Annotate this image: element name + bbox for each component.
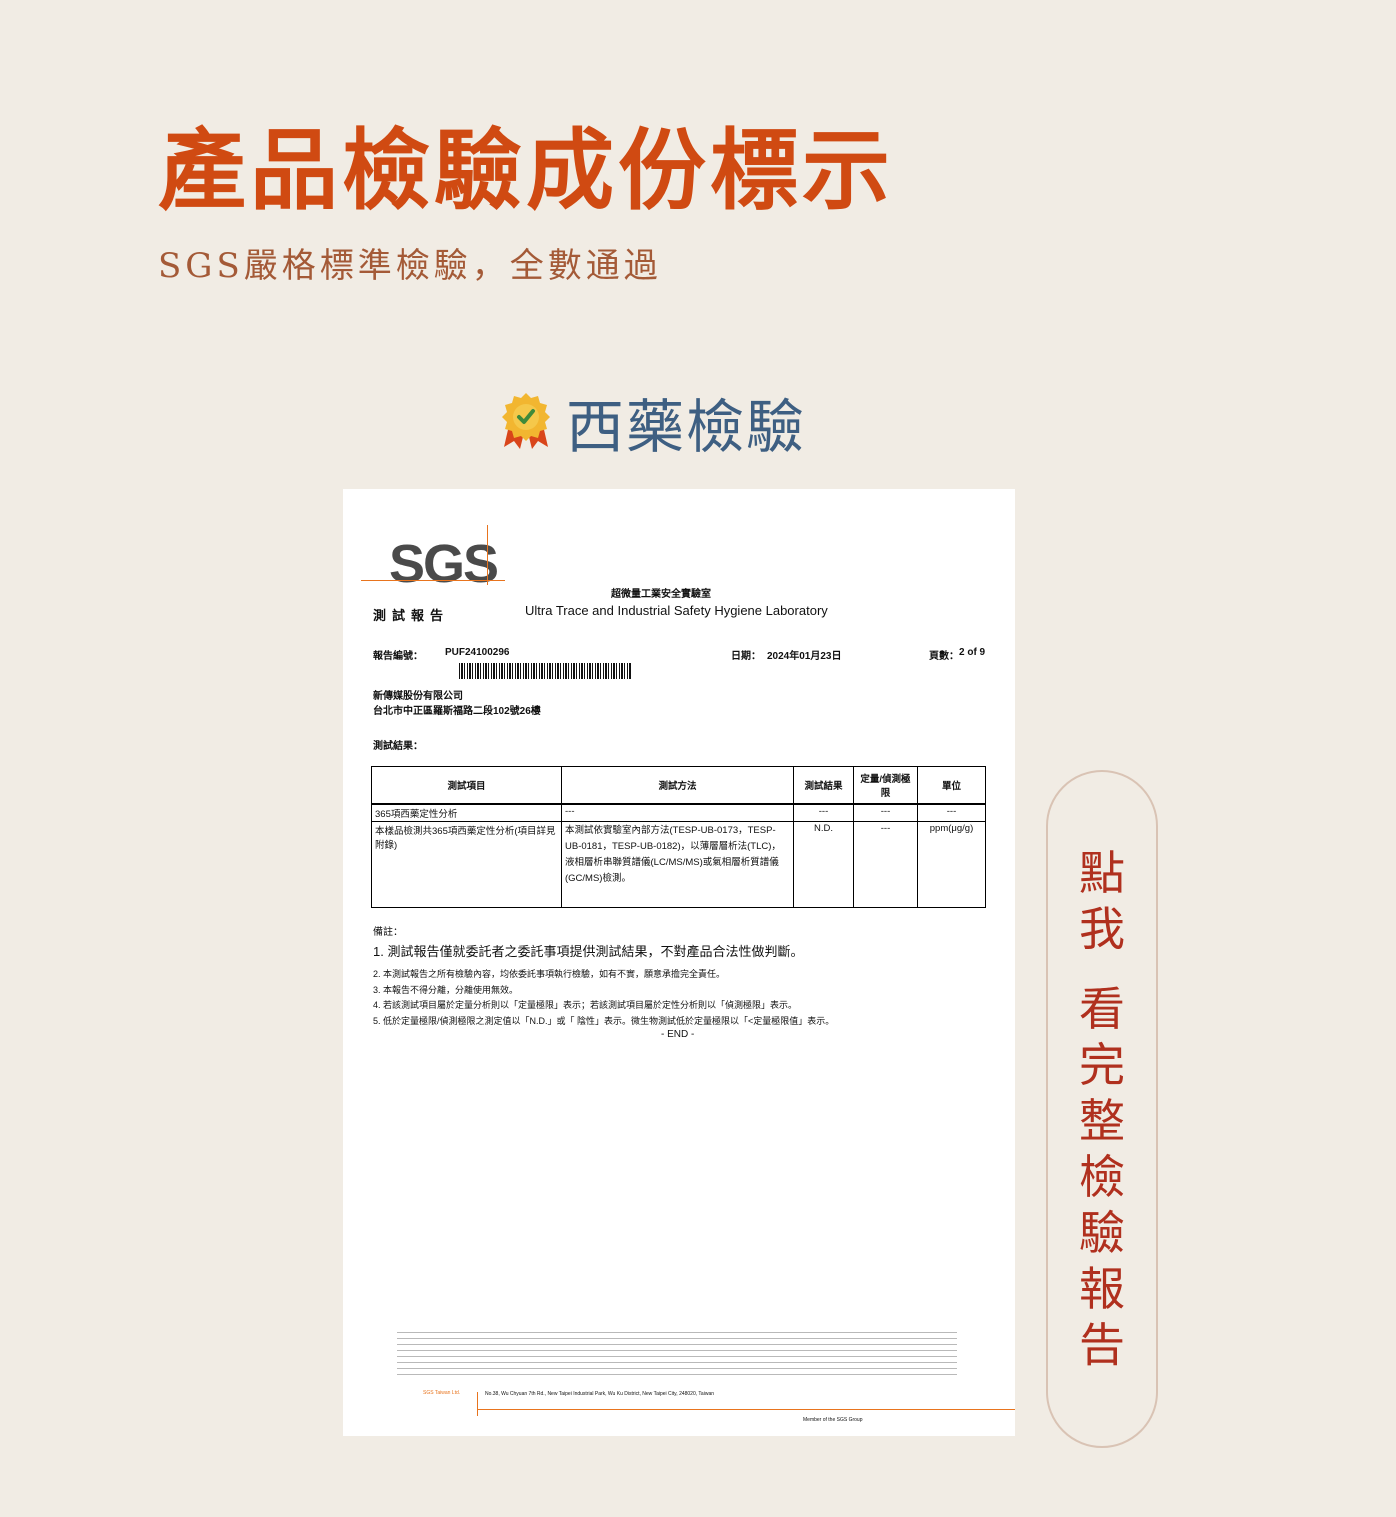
table-header: 測試項目 — [371, 766, 562, 805]
report-no-label: 報告編號： — [373, 651, 423, 662]
report-date: 2024年01月23日 — [767, 651, 842, 662]
section-heading: 西藥檢驗 — [500, 386, 806, 461]
company-name: 新傳媒股份有限公司 — [373, 691, 463, 702]
sgs-report-document[interactable]: SGS 超微量工業安全實驗室 測試報告 Ultra Trace and Indu… — [343, 489, 1015, 1436]
page-label: 頁數： — [929, 651, 959, 662]
table-cell: --- — [853, 803, 918, 822]
logo-rule-horizontal — [361, 580, 505, 581]
note-line: 5. 低於定量極限/偵測極限之測定值以「N.D.」或「 陰性」表示。微生物測試低… — [373, 1016, 835, 1026]
legal-disclaimer — [397, 1327, 957, 1375]
page-number: 2 of 9 — [959, 647, 986, 658]
section-title: 西藥檢驗 — [566, 393, 807, 461]
lab-name-zh: 超微量工業安全實驗室 — [611, 589, 711, 600]
footer-member: Member of the SGS Group — [803, 1417, 863, 1423]
table-header: 測試方法 — [561, 766, 794, 805]
table-cell: --- — [793, 803, 854, 822]
lab-name-en: Ultra Trace and Industrial Safety Hygien… — [525, 603, 828, 618]
report-no: PUF24100296 — [445, 647, 510, 658]
table-cell: --- — [853, 821, 918, 908]
barcode — [459, 663, 631, 679]
footer-sgs: SGS Taiwan Ltd. — [423, 1390, 461, 1396]
cta-char: 整 — [1079, 1094, 1125, 1148]
report-kind: 測試報告 — [373, 608, 450, 623]
table-header: 測試結果 — [793, 766, 854, 805]
page-title: 產品檢驗成份標示 — [158, 119, 895, 222]
table-header: 單位 — [917, 766, 986, 805]
company-address: 台北市中正區羅斯福路二段102號26樓 — [373, 706, 541, 717]
award-badge-icon — [500, 391, 552, 453]
table-cell: ppm(μg/g) — [917, 821, 986, 908]
footer-rule-vertical — [477, 1392, 478, 1416]
note-line: 4. 若該測試項目屬於定量分析則以「定量極限」表示；若該測試項目屬於定性分析則以… — [373, 1000, 798, 1010]
cta-char: 點 — [1079, 846, 1125, 900]
page-subtitle: SGS嚴格標準檢驗，全數通過 — [158, 246, 662, 286]
cta-char: 我 — [1079, 902, 1125, 956]
logo-rule-vertical — [487, 525, 488, 585]
end-marker: - END - — [661, 1029, 695, 1040]
table-cell: 本測試依實驗室內部方法(TESP-UB-0173，TESP-UB-0181，TE… — [561, 821, 794, 908]
notes-label: 備註： — [373, 927, 403, 938]
note-line: 1. 測試報告僅就委託者之委託事項提供測試結果，不對產品合法性做判斷。 — [373, 944, 804, 959]
cta-char: 告 — [1079, 1318, 1125, 1372]
table-cell: 365項西藥定性分析 — [371, 803, 562, 822]
table-cell: --- — [917, 803, 986, 822]
sgs-logo: SGS — [389, 534, 499, 594]
table-cell: N.D. — [793, 821, 854, 908]
footer-rule — [477, 1409, 1015, 1410]
table-cell: 本樣品檢測共365項西藥定性分析(項目詳見附錄) — [371, 821, 562, 908]
cta-char: 檢 — [1079, 1150, 1125, 1204]
note-line: 2. 本測試報告之所有檢驗內容，均依委託事項執行檢驗，如有不實，願意承擔完全責任… — [373, 969, 726, 979]
table-row: 365項西藥定性分析 --- --- --- --- — [371, 803, 986, 822]
cta-char: 報 — [1079, 1262, 1125, 1316]
cta-char: 驗 — [1079, 1206, 1125, 1260]
table-cell: --- — [561, 803, 794, 822]
table-row: 本樣品檢測共365項西藥定性分析(項目詳見附錄) 本測試依實驗室內部方法(TES… — [371, 821, 986, 908]
note-line: 3. 本報告不得分離，分離使用無效。 — [373, 985, 519, 995]
table-header: 定量/偵測極限 — [853, 766, 918, 805]
footer-address: No.38, Wu Chyuan 7th Rd., New Taipei Ind… — [485, 1391, 714, 1397]
cta-char: 完 — [1079, 1038, 1125, 1092]
date-label: 日期： — [731, 651, 761, 662]
view-full-report-button[interactable]: 點 我 看 完 整 檢 驗 報 告 — [1046, 770, 1158, 1448]
cta-char: 看 — [1079, 982, 1125, 1036]
results-label: 測試結果： — [373, 741, 423, 752]
results-table: 測試項目 測試方法 測試結果 定量/偵測極限 單位 365項西藥定性分析 ---… — [371, 766, 986, 908]
